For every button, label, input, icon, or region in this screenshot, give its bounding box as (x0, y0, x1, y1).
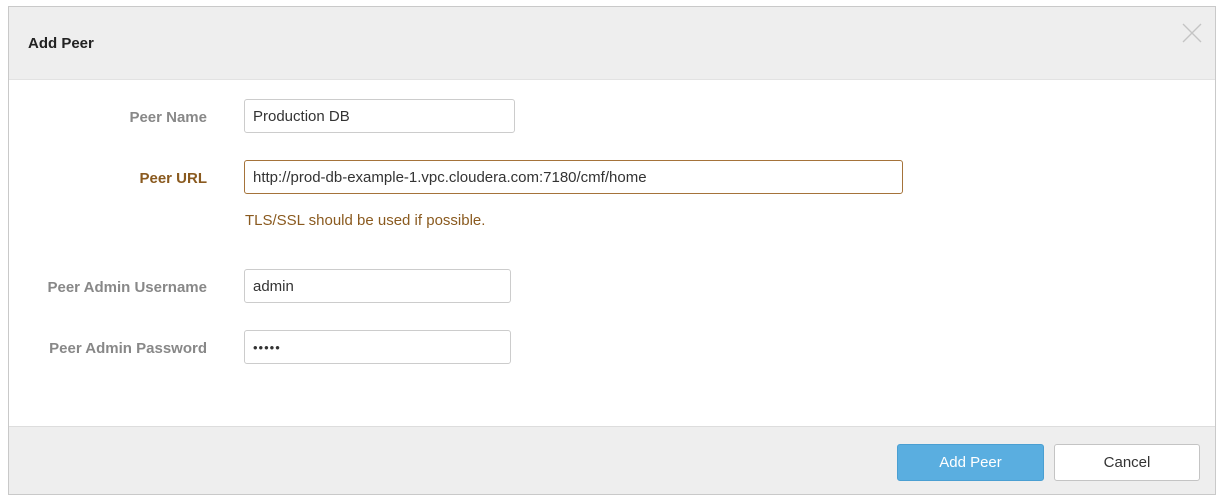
add-peer-button[interactable]: Add Peer (897, 444, 1044, 481)
peer-name-label: Peer Name (129, 109, 207, 126)
add-peer-dialog: Add Peer Peer Name Peer URL TLS/SSL shou… (8, 6, 1216, 495)
dialog-header: Add Peer (9, 7, 1215, 80)
peer-url-help-text: TLS/SSL should be used if possible. (245, 212, 486, 229)
admin-password-input[interactable] (244, 330, 511, 364)
close-button[interactable] (1179, 20, 1205, 46)
admin-username-label: Peer Admin Username (47, 279, 207, 296)
peer-url-input[interactable] (244, 160, 903, 194)
dialog-footer: Add Peer Cancel (9, 426, 1215, 494)
peer-url-label: Peer URL (139, 170, 207, 187)
admin-username-input[interactable] (244, 269, 511, 303)
close-icon (1182, 23, 1202, 43)
dialog-title: Add Peer (28, 35, 94, 52)
cancel-button[interactable]: Cancel (1054, 444, 1200, 481)
admin-password-label: Peer Admin Password (49, 340, 207, 357)
peer-name-input[interactable] (244, 99, 515, 133)
